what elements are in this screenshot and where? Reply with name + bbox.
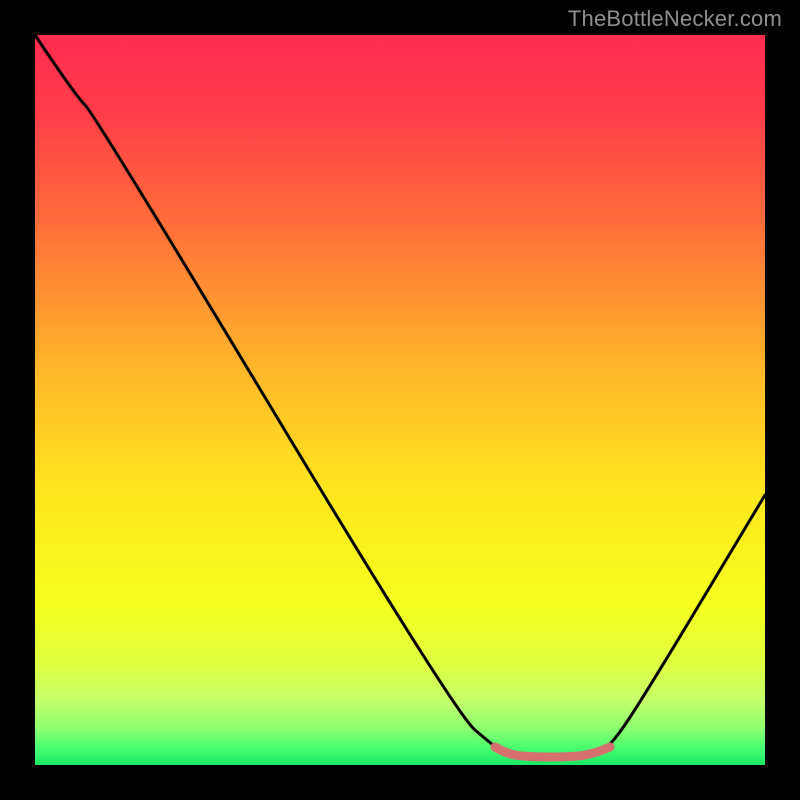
gradient-background <box>35 35 765 765</box>
bottleneck-curve-chart <box>35 35 765 765</box>
chart-frame <box>35 35 765 765</box>
watermark-label: TheBottleNecker.com <box>568 6 782 32</box>
